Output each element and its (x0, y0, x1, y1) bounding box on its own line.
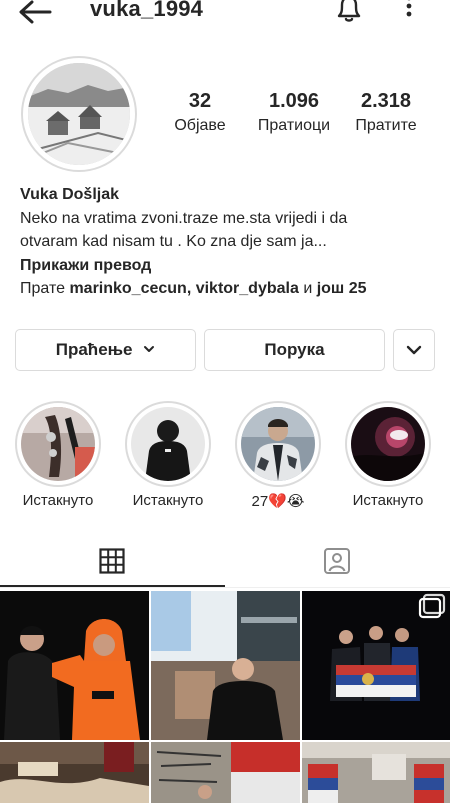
avatar[interactable] (28, 63, 130, 165)
post-thumbnail[interactable] (302, 742, 450, 803)
stat-posts-label: Објаве (174, 117, 226, 134)
post-thumbnail[interactable] (302, 591, 450, 740)
followed-by-more[interactable]: још 25 (317, 280, 367, 297)
post-thumbnail[interactable] (0, 591, 149, 740)
message-button[interactable]: Порука (204, 329, 385, 371)
post-thumbnail[interactable] (151, 742, 300, 803)
top-bar: vuka_1994 (0, 0, 450, 26)
followed-by-names[interactable]: marinko_cecun, viktor_dybala (69, 280, 298, 297)
stat-following[interactable]: 2.318 Пратите (336, 90, 436, 135)
highlight-cover-image (241, 407, 315, 481)
following-button[interactable]: Праћење (15, 329, 196, 371)
stat-following-value: 2.318 (360, 90, 412, 112)
chevron-down-icon (144, 346, 155, 352)
highlight-caption: Истакнуто (132, 492, 204, 509)
bell-icon[interactable] (333, 0, 365, 24)
more-options-icon[interactable] (398, 0, 420, 24)
stat-posts-value: 32 (188, 90, 212, 112)
grid-icon (99, 548, 125, 574)
highlight-ring (345, 401, 431, 487)
highlight-2[interactable]: Истакнуто (125, 401, 211, 509)
back-arrow-icon[interactable] (14, 0, 54, 24)
highlight-4[interactable]: Истакнуто (345, 401, 431, 509)
followed-by-prefix: Прате (20, 280, 70, 297)
message-button-label: Порука (264, 340, 325, 359)
tab-posts-grid[interactable] (0, 538, 225, 588)
stat-followers[interactable]: 1.096 Пратиоци (244, 90, 344, 135)
tab-divider (0, 587, 450, 588)
followed-by-and: и (298, 280, 317, 297)
tab-tagged[interactable] (225, 538, 450, 588)
highlight-caption: Истакнуто (22, 492, 94, 509)
highlight-3[interactable]: 27💔😭 (235, 401, 321, 510)
tagged-icon (324, 548, 350, 574)
highlight-caption: Истакнуто (352, 492, 424, 509)
stat-followers-label: Пратиоци (257, 117, 331, 134)
bio-text-line-2: otvaram kad nisam tu . Ko zna dje sam ja… (20, 233, 327, 250)
stat-posts[interactable]: 32 Објаве (150, 90, 250, 135)
translate-link[interactable]: Прикажи превод (20, 254, 440, 278)
profile-avatar-ring[interactable] (21, 56, 137, 172)
stat-followers-value: 1.096 (268, 90, 320, 112)
highlight-caption: 27💔😭 (251, 493, 305, 510)
suggested-accounts-button[interactable] (393, 329, 435, 371)
highlight-cover-image (351, 407, 425, 481)
post-thumbnail[interactable] (151, 591, 300, 740)
highlight-ring (15, 401, 101, 487)
highlight-1[interactable]: Истакнуто (15, 401, 101, 509)
bio-text-line-1: Neko na vratima zvoni.traze me.sta vrije… (20, 209, 348, 227)
highlight-ring (235, 401, 321, 487)
highlight-ring (125, 401, 211, 487)
followed-by[interactable]: Прате marinko_cecun, viktor_dybala и још… (20, 277, 440, 301)
highlight-cover-image (21, 407, 95, 481)
highlight-cover-image (131, 407, 205, 481)
profile-bio: Vuka Došljak Neko na vratima zvoni.traze… (20, 183, 440, 301)
post-thumbnail[interactable] (0, 742, 149, 803)
following-button-label: Праћење (55, 340, 133, 359)
profile-username: vuka_1994 (90, 0, 204, 21)
chevron-down-icon (406, 345, 422, 355)
stat-following-label: Пратите (355, 117, 417, 134)
profile-full-name: Vuka Došljak (20, 186, 120, 203)
